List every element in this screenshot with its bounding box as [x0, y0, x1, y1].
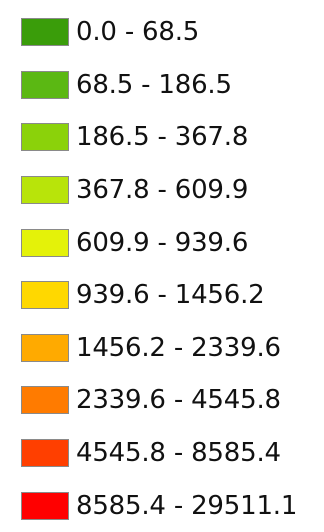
legend-item: 2339.6 - 4545.8	[21, 374, 321, 427]
legend-item: 0.0 - 68.5	[21, 6, 321, 59]
legend-label: 609.9 - 939.6	[76, 227, 249, 258]
legend-label: 4545.8 - 8585.4	[76, 438, 281, 469]
legend-item: 939.6 - 1456.2	[21, 269, 321, 322]
legend-label: 0.0 - 68.5	[76, 17, 200, 48]
legend-swatch	[21, 176, 69, 205]
legend-swatch	[21, 123, 69, 152]
legend-item: 8585.4 - 29511.1	[21, 479, 321, 532]
legend-item: 1456.2 - 2339.6	[21, 322, 321, 375]
legend-item: 68.5 - 186.5	[21, 59, 321, 112]
legend-label: 939.6 - 1456.2	[76, 280, 265, 311]
legend-swatch	[21, 386, 69, 415]
legend-label: 1456.2 - 2339.6	[76, 332, 281, 363]
legend-swatch	[21, 333, 69, 362]
legend-swatch	[21, 491, 69, 520]
legend-item: 186.5 - 367.8	[21, 111, 321, 164]
legend-item: 367.8 - 609.9	[21, 164, 321, 217]
legend-swatch	[21, 439, 69, 468]
legend-label: 367.8 - 609.9	[76, 175, 249, 206]
legend-label: 68.5 - 186.5	[76, 69, 232, 100]
legend-swatch	[21, 18, 69, 47]
legend-item: 4545.8 - 8585.4	[21, 427, 321, 480]
legend-swatch	[21, 228, 69, 257]
classification-legend: 0.0 - 68.5 68.5 - 186.5 186.5 - 367.8 36…	[21, 6, 321, 532]
legend-label: 8585.4 - 29511.1	[76, 490, 298, 521]
legend-label: 186.5 - 367.8	[76, 122, 249, 153]
legend-swatch	[21, 281, 69, 310]
legend-swatch	[21, 70, 69, 99]
legend-item: 609.9 - 939.6	[21, 216, 321, 269]
legend-label: 2339.6 - 4545.8	[76, 385, 281, 416]
